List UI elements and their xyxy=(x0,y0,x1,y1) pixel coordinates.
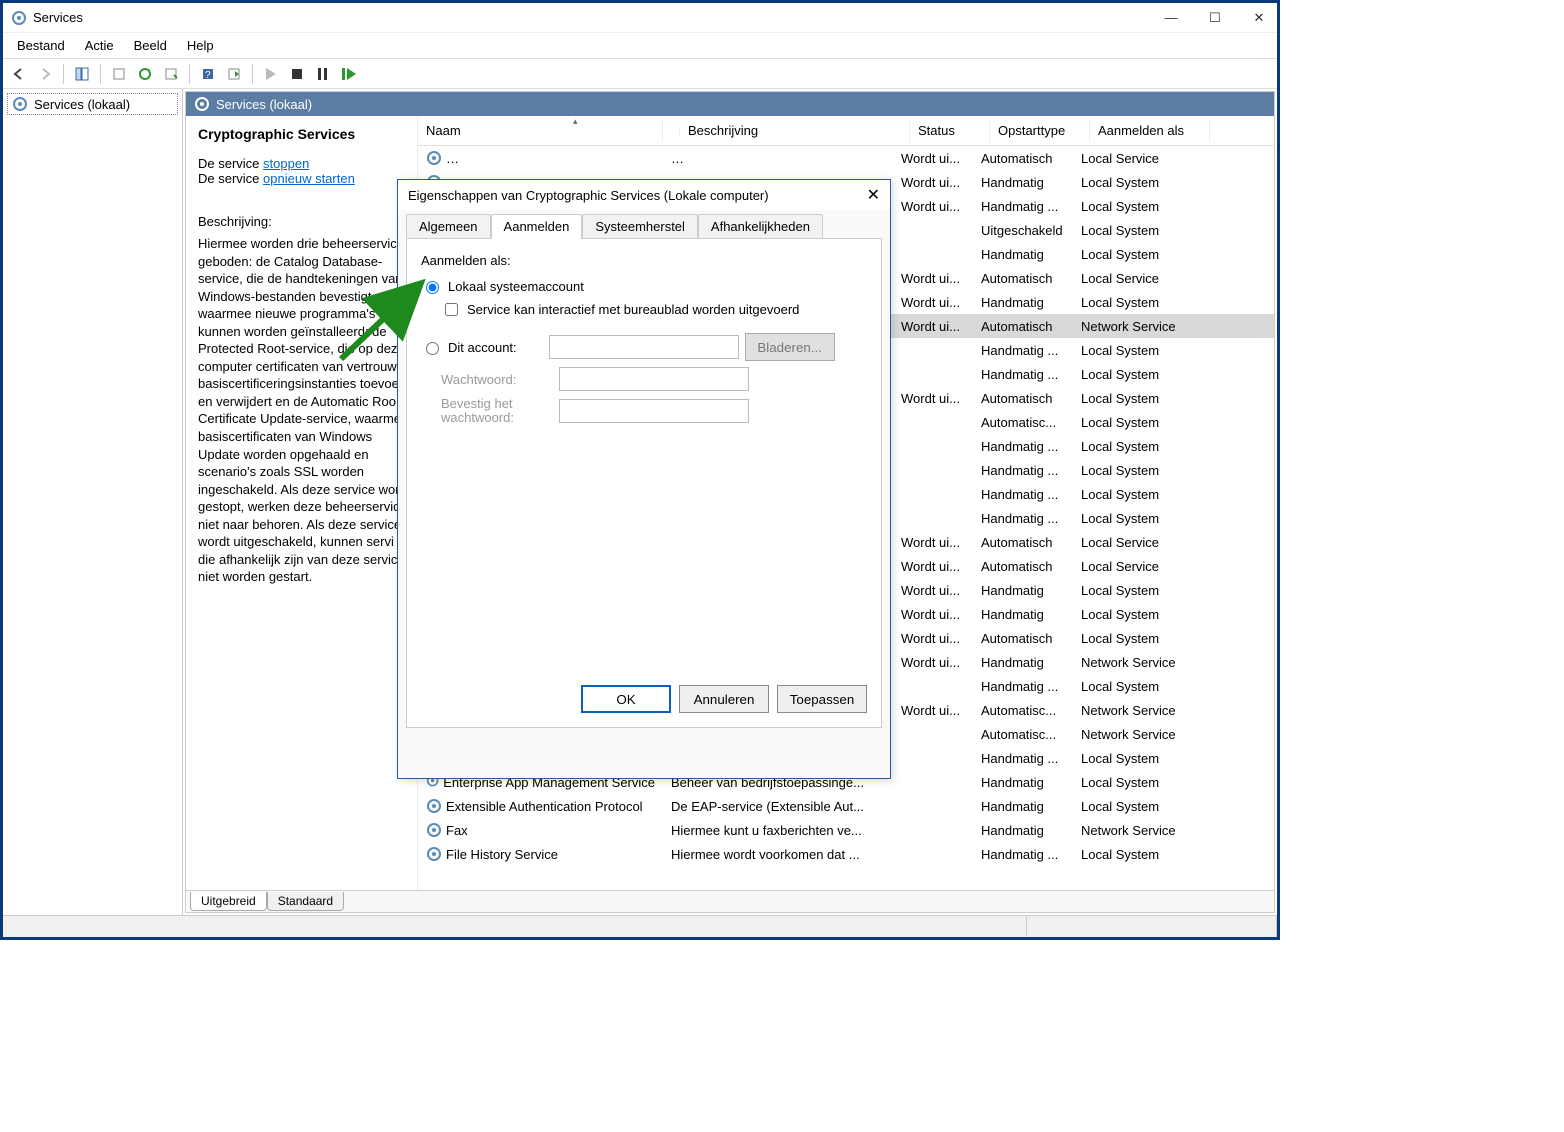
pause-service-button[interactable] xyxy=(311,62,335,86)
account-input[interactable] xyxy=(549,335,739,359)
menu-beeld[interactable]: Beeld xyxy=(126,36,175,55)
cancel-button[interactable]: Annuleren xyxy=(679,685,769,713)
table-row[interactable]: FaxHiermee kunt u faxberichten ve...Hand… xyxy=(418,818,1274,842)
export-button[interactable] xyxy=(107,62,131,86)
radio-local-system[interactable] xyxy=(426,281,439,294)
gear-icon xyxy=(194,96,210,112)
link-restart-service[interactable]: opnieuw starten xyxy=(263,171,355,186)
radio-local-system-label: Lokaal systeemaccount xyxy=(448,279,584,294)
table-row[interactable]: Extensible Authentication ProtocolDe EAP… xyxy=(418,794,1274,818)
back-button[interactable] xyxy=(7,62,31,86)
col-status[interactable]: Status xyxy=(910,119,990,142)
col-logon[interactable]: Aanmelden als xyxy=(1090,119,1210,142)
ok-button[interactable]: OK xyxy=(581,685,671,713)
toolbar: ? xyxy=(3,59,1277,89)
dialog-body: Aanmelden als: Lokaal systeemaccount Ser… xyxy=(406,238,882,728)
table-header: Naam ▴ Beschrijving Status Opstarttype A… xyxy=(418,116,1274,146)
password-label: Wachtwoord: xyxy=(441,372,551,387)
table-row[interactable]: File History ServiceHiermee wordt voorko… xyxy=(418,842,1274,866)
minimize-button[interactable]: — xyxy=(1161,10,1181,26)
apply-button[interactable]: Toepassen xyxy=(777,685,867,713)
menu-bestand[interactable]: Bestand xyxy=(9,36,73,55)
password-input[interactable] xyxy=(559,367,749,391)
close-button[interactable]: ✕ xyxy=(1249,10,1269,26)
tree-pane: Services (lokaal) xyxy=(3,89,183,915)
restart-service-button[interactable] xyxy=(337,62,361,86)
refresh-button[interactable] xyxy=(133,62,157,86)
gear-icon xyxy=(11,10,27,26)
gear-icon xyxy=(426,798,442,814)
menu-help[interactable]: Help xyxy=(179,36,222,55)
maximize-button[interactable]: ☐ xyxy=(1205,10,1225,26)
tab-afhankelijkheden[interactable]: Afhankelijkheden xyxy=(698,214,823,239)
confirm-password-label: Bevestig het wachtwoord: xyxy=(441,397,551,426)
help-button[interactable]: ? xyxy=(196,62,220,86)
stop-service-button[interactable] xyxy=(285,62,309,86)
desc-text: Hiermee worden drie beheerservic geboden… xyxy=(198,235,411,586)
forward-button[interactable] xyxy=(33,62,57,86)
svg-text:?: ? xyxy=(205,70,211,81)
view-tabs: Uitgebreid Standaard xyxy=(186,890,1274,912)
checkbox-interactive-desktop[interactable] xyxy=(445,303,458,316)
tree-node-label: Services (lokaal) xyxy=(34,97,130,112)
dialog-tabs: Algemeen Aanmelden Systeemherstel Afhank… xyxy=(406,214,882,239)
confirm-password-input[interactable] xyxy=(559,399,749,423)
properties-dialog: Eigenschappen van Cryptographic Services… xyxy=(397,179,891,779)
selected-service-name: Cryptographic Services xyxy=(198,126,411,142)
gear-icon xyxy=(426,846,442,862)
description-pane: Cryptographic Services De service stoppe… xyxy=(186,116,418,890)
details-header: Services (lokaal) xyxy=(186,92,1274,116)
browse-button[interactable]: Bladeren... xyxy=(745,333,835,361)
desc-label: Beschrijving: xyxy=(198,214,411,229)
sort-indicator-icon: ▴ xyxy=(573,116,578,127)
properties-button[interactable] xyxy=(159,62,183,86)
link-stop-service[interactable]: stoppen xyxy=(263,156,309,171)
menu-actie[interactable]: Actie xyxy=(77,36,122,55)
show-hide-tree-button[interactable] xyxy=(70,62,94,86)
tab-extended[interactable]: Uitgebreid xyxy=(190,892,267,911)
action-pane-button[interactable] xyxy=(222,62,246,86)
tab-standard[interactable]: Standaard xyxy=(267,892,344,911)
tree-node-services-local[interactable]: Services (lokaal) xyxy=(7,93,178,115)
menubar: Bestand Actie Beeld Help xyxy=(3,33,1277,59)
gear-icon xyxy=(426,822,442,838)
radio-this-account-label: Dit account: xyxy=(448,340,517,355)
tab-aanmelden[interactable]: Aanmelden xyxy=(491,214,583,239)
statusbar xyxy=(3,915,1277,937)
tab-systeemherstel[interactable]: Systeemherstel xyxy=(582,214,698,239)
col-desc[interactable]: Beschrijving xyxy=(680,119,910,142)
start-service-button[interactable] xyxy=(259,62,283,86)
checkbox-interactive-label: Service kan interactief met bureaublad w… xyxy=(467,302,799,317)
section-label: Aanmelden als: xyxy=(421,253,867,268)
dialog-title: Eigenschappen van Cryptographic Services… xyxy=(408,188,769,203)
services-window: Services — ☐ ✕ Bestand Actie Beeld Help … xyxy=(0,0,1280,940)
dialog-titlebar: Eigenschappen van Cryptographic Services… xyxy=(398,180,890,210)
col-name[interactable]: Naam xyxy=(418,119,663,142)
titlebar: Services — ☐ ✕ xyxy=(3,3,1277,33)
radio-this-account[interactable] xyxy=(426,342,439,355)
gear-icon xyxy=(12,96,28,112)
tab-algemeen[interactable]: Algemeen xyxy=(406,214,491,239)
table-row[interactable]: ……Wordt ui...AutomatischLocal Service xyxy=(418,146,1274,170)
col-start[interactable]: Opstarttype xyxy=(990,119,1090,142)
window-title: Services xyxy=(33,10,83,25)
close-icon[interactable]: ✕ xyxy=(867,185,880,205)
gear-icon xyxy=(426,150,442,166)
